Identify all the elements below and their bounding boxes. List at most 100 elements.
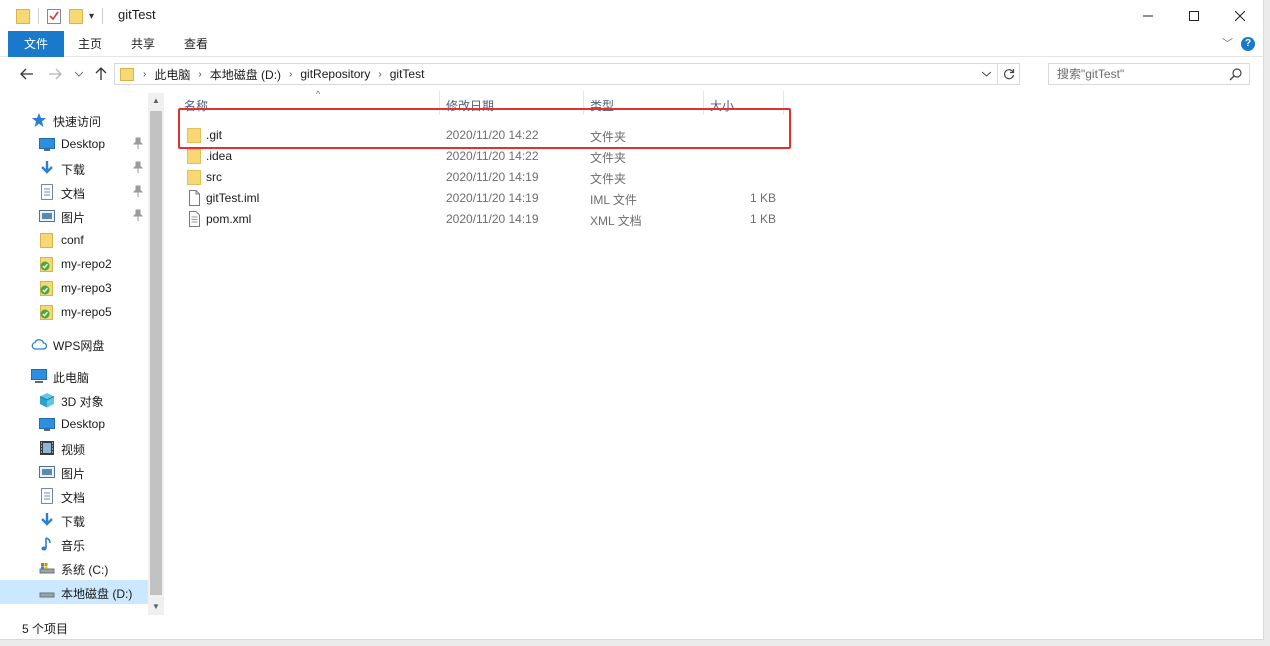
table-row[interactable]: gitTest.iml 2020/11/20 14:19 IML 文件 1 KB	[166, 188, 786, 209]
up-arrow-icon	[95, 67, 107, 80]
sidebar-item-label: WPS网盘	[53, 339, 105, 353]
explorer-window: ▾ gitTest 文件 主页 共享 查看 ﹀ ? › 此电脑 › 本地磁盘 (…	[0, 0, 1264, 640]
sidebar-item-desktop[interactable]: Desktop	[0, 132, 148, 156]
file-list: 名称 ^ 修改日期 类型 大小 .git 2020/11/20 14:22 文件…	[166, 89, 1263, 615]
sidebar-item-label: 下载	[61, 515, 86, 529]
sidebar-item-label: 音乐	[61, 539, 86, 553]
sidebar-item-my-repo5[interactable]: my-repo5	[0, 300, 148, 324]
folder-icon	[120, 68, 134, 81]
tab-view[interactable]: 查看	[172, 31, 220, 57]
sidebar-item-label: conf	[61, 233, 84, 247]
breadcrumb-this-pc[interactable]: 此电脑	[154, 66, 190, 83]
sidebar-item-documents[interactable]: 文档	[0, 180, 148, 204]
sidebar-item-label: my-repo3	[61, 281, 112, 295]
sidebar-item-pictures[interactable]: 图片	[0, 204, 148, 228]
folder-icon	[187, 149, 201, 164]
sidebar-item-videos[interactable]: 视频	[0, 436, 148, 460]
up-button[interactable]	[92, 65, 110, 83]
sidebar-item-quick-access[interactable]: 快速访问	[0, 108, 148, 132]
tab-home[interactable]: 主页	[66, 31, 114, 57]
git-folder-icon	[40, 281, 53, 296]
sidebar-item-label: 快速访问	[53, 115, 102, 129]
download-arrow-icon	[41, 513, 53, 526]
scrollbar-thumb[interactable]	[150, 111, 162, 595]
file-date: 2020/11/20 14:19	[446, 191, 539, 205]
sidebar-item-label: 系统 (C:)	[61, 563, 109, 577]
sidebar-item-drive-c[interactable]: 系统 (C:)	[0, 556, 148, 580]
forward-arrow-icon	[49, 68, 62, 80]
folder-icon	[16, 9, 30, 24]
chevron-right-icon[interactable]: ›	[378, 69, 381, 80]
sidebar-item-label: 3D 对象	[61, 395, 104, 409]
file-name: src	[206, 170, 222, 184]
search-box[interactable]	[1048, 63, 1250, 85]
search-icon[interactable]	[1229, 67, 1243, 81]
sidebar-item-this-pc[interactable]: 此电脑	[0, 364, 148, 388]
sidebar-item-music[interactable]: 音乐	[0, 532, 148, 556]
file-type: IML 文件	[590, 193, 637, 207]
scroll-up-icon[interactable]: ▲	[150, 95, 162, 107]
file-date: 2020/11/20 14:19	[446, 212, 539, 226]
sidebar-item-my-repo2[interactable]: my-repo2	[0, 252, 148, 276]
sidebar-item-desktop-pc[interactable]: Desktop	[0, 412, 148, 436]
tab-file[interactable]: 文件	[8, 31, 64, 57]
sidebar-item-my-repo3[interactable]: my-repo3	[0, 276, 148, 300]
search-input[interactable]	[1049, 64, 1219, 84]
window-title: gitTest	[118, 7, 156, 22]
breadcrumb-gitrepository[interactable]: gitRepository	[300, 67, 370, 81]
tab-share[interactable]: 共享	[119, 31, 167, 57]
item-count: 5 个项目	[22, 622, 69, 636]
customize-toolbar-dropdown-icon[interactable]: ▾	[89, 11, 94, 22]
help-icon[interactable]: ?	[1241, 37, 1255, 51]
sidebar-item-downloads-pc[interactable]: 下载	[0, 508, 148, 532]
sidebar-item-pictures-pc[interactable]: 图片	[0, 460, 148, 484]
star-icon	[32, 113, 46, 127]
sidebar-item-drive-d[interactable]: 本地磁盘 (D:)	[0, 580, 148, 604]
status-bar: 5 个项目	[0, 615, 1263, 639]
refresh-button[interactable]	[997, 64, 1019, 84]
sidebar-item-conf[interactable]: conf	[0, 228, 148, 252]
recent-locations-dropdown[interactable]	[70, 65, 88, 83]
close-button[interactable]	[1217, 0, 1263, 31]
drive-icon	[39, 592, 55, 598]
breadcrumb-drive-d[interactable]: 本地磁盘 (D:)	[210, 66, 281, 83]
address-bar[interactable]: › 此电脑 › 本地磁盘 (D:) › gitRepository › gitT…	[114, 63, 1020, 85]
folder-icon	[187, 170, 201, 185]
file-size: 1 KB	[749, 212, 776, 226]
back-button[interactable]	[18, 65, 36, 83]
sidebar-item-3d-objects[interactable]: 3D 对象	[0, 388, 148, 412]
annotation-highlight-box	[178, 108, 791, 149]
properties-icon[interactable]	[47, 8, 61, 24]
scroll-down-icon[interactable]: ▼	[150, 601, 162, 613]
pin-icon[interactable]	[133, 161, 143, 173]
table-row[interactable]: src 2020/11/20 14:19 文件夹	[166, 167, 786, 188]
refresh-icon	[1003, 69, 1014, 80]
pin-icon[interactable]	[133, 137, 143, 149]
sidebar-item-downloads[interactable]: 下载	[0, 156, 148, 180]
sidebar-item-wps-cloud[interactable]: WPS网盘	[0, 332, 148, 356]
title-bar: ▾ gitTest	[0, 0, 1263, 31]
address-history-dropdown[interactable]	[979, 66, 993, 82]
table-row[interactable]: .idea 2020/11/20 14:22 文件夹	[166, 146, 786, 167]
chevron-right-icon[interactable]: ›	[143, 69, 146, 80]
forward-button[interactable]	[46, 65, 64, 83]
chevron-right-icon[interactable]: ›	[289, 69, 292, 80]
sidebar-item-documents-pc[interactable]: 文档	[0, 484, 148, 508]
back-arrow-icon	[20, 68, 33, 80]
file-name: .idea	[206, 149, 233, 163]
expand-ribbon-chevron-icon[interactable]: ﹀	[1222, 35, 1233, 51]
minimize-button[interactable]	[1125, 0, 1171, 31]
sidebar-scrollbar[interactable]: ▲ ▼	[148, 93, 164, 615]
sidebar-item-label: 文档	[61, 491, 86, 505]
new-folder-icon[interactable]	[69, 8, 83, 24]
chevron-right-icon[interactable]: ›	[198, 69, 201, 80]
breadcrumb-gittest[interactable]: gitTest	[390, 67, 425, 81]
pin-icon[interactable]	[133, 209, 143, 221]
sidebar-item-label: Desktop	[61, 417, 106, 431]
quick-access-toolbar: ▾	[16, 7, 111, 25]
maximize-button[interactable]	[1171, 0, 1217, 31]
table-row[interactable]: pom.xml 2020/11/20 14:19 XML 文档 1 KB	[166, 209, 786, 230]
pin-icon[interactable]	[133, 185, 143, 197]
toolbar-divider	[38, 8, 39, 24]
chevron-down-icon	[75, 71, 83, 77]
